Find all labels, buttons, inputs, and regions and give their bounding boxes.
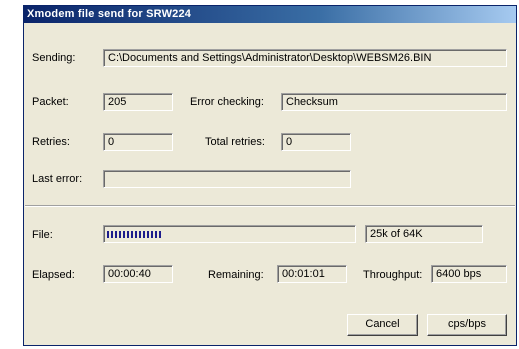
cancel-button[interactable]: Cancel [347,314,418,336]
progress-block [131,230,133,238]
file-label: File: [32,229,53,241]
retries-field: 0 [103,133,173,151]
separator [25,205,515,207]
progress-block [143,230,145,238]
progress-block [119,230,121,238]
elapsed-field: 00:00:40 [103,265,173,283]
file-size-field: 25k of 64K [365,225,483,243]
packet-field: 205 [103,93,173,111]
sending-label: Sending: [32,52,76,64]
remaining-label: Remaining: [208,269,264,281]
last-error-field [103,170,351,188]
throughput-label: Throughput: [363,269,423,281]
cps-bps-button[interactable]: cps/bps [427,314,507,336]
progress-block [159,230,161,238]
progress-block [111,230,113,238]
error-checking-label: Error checking: [190,96,264,108]
remaining-field: 00:01:01 [277,265,347,283]
throughput-field: 6400 bps [431,265,507,283]
progress-block [151,230,153,238]
progress-block [123,230,125,238]
file-progress-fill [104,226,161,242]
packet-label: Packet: [32,96,69,108]
total-retries-field: 0 [281,133,351,151]
progress-block [147,230,149,238]
error-checking-field: Checksum [281,93,507,111]
progress-block [139,230,141,238]
progress-block [115,230,117,238]
elapsed-label: Elapsed: [32,269,75,281]
progress-block [155,230,157,238]
window-title: Xmodem file send for SRW224 [24,6,516,23]
progress-block [127,230,129,238]
progress-block [135,230,137,238]
xmodem-dialog: Xmodem file send for SRW224 Sending: C:\… [23,5,517,346]
total-retries-label: Total retries: [205,136,265,148]
file-progress-bar [103,225,356,243]
last-error-label: Last error: [32,173,83,185]
sending-path-field: C:\Documents and Settings\Administrator\… [103,49,507,67]
progress-block [107,230,109,238]
retries-label: Retries: [32,136,70,148]
